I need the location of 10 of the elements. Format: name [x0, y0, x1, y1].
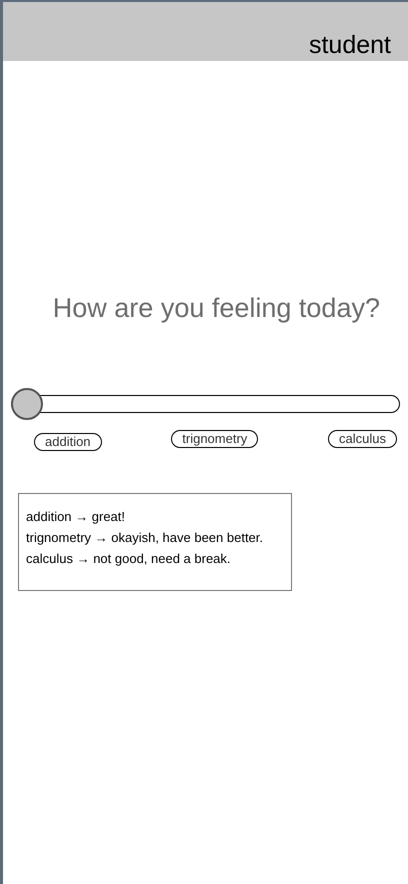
- question-heading: How are you feeling today?: [52, 295, 380, 322]
- slider-label: calculus: [328, 430, 397, 448]
- slider-label: addition: [34, 433, 102, 451]
- feeling-line: trignometry → okayish, have been better.: [26, 529, 264, 546]
- feeling-line: calculus → not good, need a break.: [26, 550, 232, 567]
- header-title: student: [308, 33, 391, 58]
- slider-label: trignometry: [171, 430, 258, 448]
- slider[interactable]: [11, 388, 400, 420]
- feeling-line: addition → great!: [26, 508, 126, 525]
- slider-thumb[interactable]: [11, 388, 43, 420]
